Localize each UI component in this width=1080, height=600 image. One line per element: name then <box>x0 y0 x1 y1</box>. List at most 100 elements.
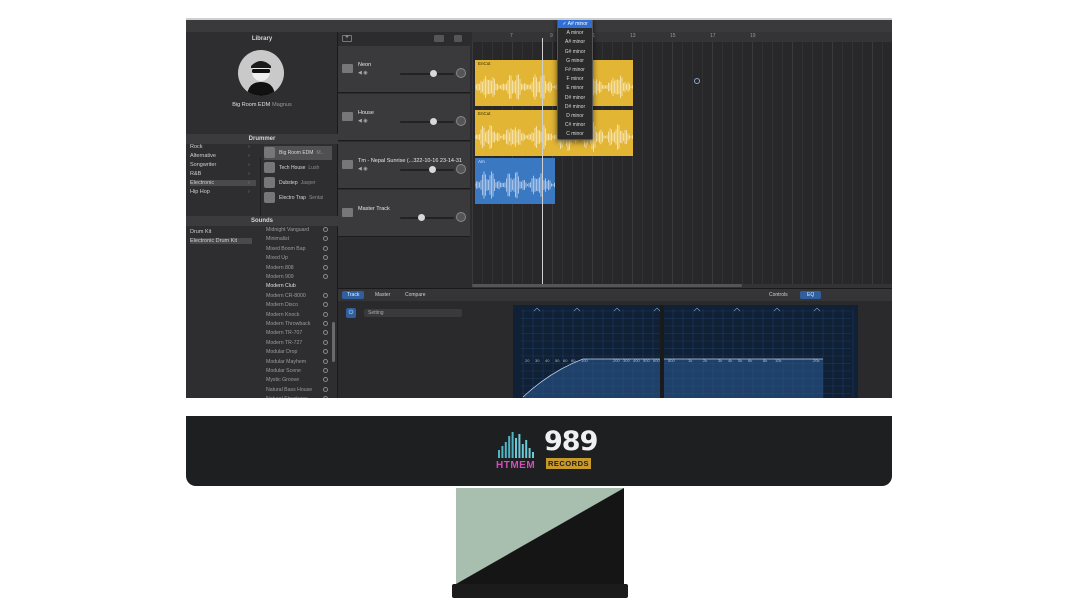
pan-knob[interactable] <box>456 68 466 78</box>
key-menu[interactable]: ✓ A# minor A minor A# minor G# minor G minor… <box>557 20 593 140</box>
add-icon[interactable] <box>323 274 328 279</box>
sound-item[interactable]: Modern CR-8000 <box>266 292 330 301</box>
add-track-icon[interactable]: + <box>342 35 352 42</box>
sound-item[interactable]: Modern 808 <box>266 264 330 273</box>
add-icon[interactable] <box>323 339 328 345</box>
genre-item[interactable]: Rock › <box>190 144 256 150</box>
region-nepal-sunrise[interactable]: Am <box>475 158 555 204</box>
add-icon[interactable] <box>323 321 328 326</box>
sound-category[interactable]: Electronic Drum Kit <box>190 238 252 244</box>
sound-item[interactable]: Modular Scene <box>266 368 330 376</box>
add-icon[interactable] <box>323 255 328 261</box>
sound-item[interactable]: Minimalist <box>266 236 330 244</box>
add-icon[interactable] <box>323 386 328 392</box>
sound-item[interactable]: Mystic Groove <box>266 377 330 385</box>
genre-item[interactable]: R&B › <box>190 171 256 177</box>
mute-solo-icons[interactable]: ◀ ◉ <box>358 70 368 76</box>
key-option[interactable]: D minor <box>558 112 592 120</box>
key-option[interactable]: C minor <box>558 130 592 138</box>
volume-knob[interactable] <box>429 70 437 77</box>
add-icon[interactable] <box>323 368 328 373</box>
sound-item[interactable]: Mixed Boom Bap <box>266 245 330 254</box>
add-icon[interactable] <box>323 236 328 242</box>
pan-knob[interactable] <box>456 164 466 174</box>
tab-eq[interactable]: EQ <box>800 291 822 299</box>
drummer-item[interactable]: Dubstep Jasper <box>264 176 332 190</box>
region-neon[interactable]: EnCut <box>475 60 633 106</box>
sound-item[interactable]: Modern TR-707 <box>266 330 330 338</box>
volume-slider[interactable] <box>400 70 454 77</box>
volume-knob[interactable] <box>429 118 437 125</box>
genre-item[interactable]: Songwriter › <box>190 162 256 168</box>
drummer-item[interactable]: Tech House Lush <box>264 161 332 175</box>
add-icon[interactable] <box>323 302 328 308</box>
track-header[interactable]: Tm - Nepal Sunrise (...322-10-16 23-14-3… <box>338 142 470 189</box>
drummer-item[interactable]: Electro Trap Sentai <box>264 191 332 205</box>
eq-handle[interactable] <box>694 78 700 84</box>
key-option[interactable]: E minor <box>558 84 592 92</box>
volume-slider[interactable] <box>400 214 454 221</box>
power-icon[interactable]: ⏻ <box>346 308 356 318</box>
sound-category[interactable]: Drum Kit <box>190 229 252 235</box>
key-option[interactable]: A# minor <box>558 38 592 46</box>
eq-band-handle[interactable] <box>773 307 781 312</box>
key-option[interactable]: C# minor <box>558 121 592 129</box>
sound-item[interactable]: Modern TR-727 <box>266 339 330 348</box>
sound-item[interactable]: Modular Drop <box>266 349 330 357</box>
key-option[interactable]: D# minor <box>558 94 592 102</box>
eq-band-handle[interactable] <box>613 307 621 312</box>
sound-item[interactable]: Natural Bass House <box>266 386 330 395</box>
horizontal-scrollbar[interactable] <box>472 284 742 287</box>
volume-knob[interactable] <box>418 214 426 221</box>
sound-item[interactable]: Mixed Up <box>266 255 330 263</box>
key-option[interactable]: ✓ A# minor <box>558 20 592 28</box>
sound-item[interactable]: Modern Disco <box>266 302 330 310</box>
sound-item[interactable]: Midnight Vanguard <box>266 227 330 235</box>
eq-band-handle[interactable] <box>573 307 581 312</box>
add-icon[interactable] <box>323 330 328 336</box>
add-icon[interactable] <box>323 349 328 355</box>
key-option[interactable]: G# minor <box>558 48 592 56</box>
volume-slider[interactable] <box>400 118 454 125</box>
download-icon[interactable] <box>454 35 462 42</box>
mute-solo-icons[interactable]: ◀ ◉ <box>358 118 368 124</box>
sounds-scrollbar[interactable] <box>332 322 335 362</box>
eq-band-handle[interactable] <box>693 307 701 312</box>
add-icon[interactable] <box>323 245 328 251</box>
track-header[interactable]: Neon ◀ ◉ <box>338 46 470 93</box>
genre-item[interactable]: Electronic › <box>190 180 256 186</box>
add-icon[interactable] <box>323 292 328 298</box>
mute-solo-icons[interactable]: ◀ ◉ <box>358 166 368 172</box>
eq-band-handle[interactable] <box>733 307 741 312</box>
add-icon[interactable] <box>323 377 328 383</box>
ruler[interactable]: 791113151719 <box>472 32 892 42</box>
sound-item[interactable]: Modular Mayhem <box>266 358 330 367</box>
eq-display[interactable]: 20 30 40 50 60 80 100 200 300 400 500 600 800 1k 2k 3k 4… <box>513 305 858 398</box>
add-icon[interactable] <box>323 227 328 232</box>
region-house[interactable]: EnCut <box>475 110 633 156</box>
playhead[interactable] <box>542 38 543 288</box>
tab-compare[interactable]: Compare <box>400 291 431 299</box>
tab-controls[interactable]: Controls <box>764 291 793 299</box>
arrange-area[interactable]: 791113151719 EnCut EnCut Am <box>472 32 892 288</box>
track-header[interactable]: Master Track <box>338 190 470 237</box>
genre-item[interactable]: Hip Hop › <box>190 189 256 195</box>
add-icon[interactable] <box>323 264 328 270</box>
pan-knob[interactable] <box>456 116 466 126</box>
volume-slider[interactable] <box>400 166 454 173</box>
sound-item[interactable]: Modern Throwback <box>266 321 330 329</box>
sound-item[interactable]: Modern 909 <box>266 274 330 282</box>
key-option[interactable]: F minor <box>558 75 592 83</box>
add-icon[interactable] <box>323 358 328 364</box>
key-option[interactable]: G minor <box>558 57 592 65</box>
sound-item[interactable]: Modern Knock <box>266 311 330 320</box>
sound-item[interactable]: Modern Club <box>266 283 330 291</box>
key-option[interactable]: A minor <box>558 29 592 37</box>
tab-track[interactable]: Track <box>342 291 365 299</box>
genre-item[interactable]: Alternative › <box>190 153 256 159</box>
add-icon[interactable] <box>323 311 328 317</box>
eq-band-handle[interactable] <box>813 307 821 312</box>
key-option[interactable]: D# minor <box>558 103 592 111</box>
volume-knob[interactable] <box>428 166 436 173</box>
tab-master[interactable]: Master <box>370 291 395 299</box>
